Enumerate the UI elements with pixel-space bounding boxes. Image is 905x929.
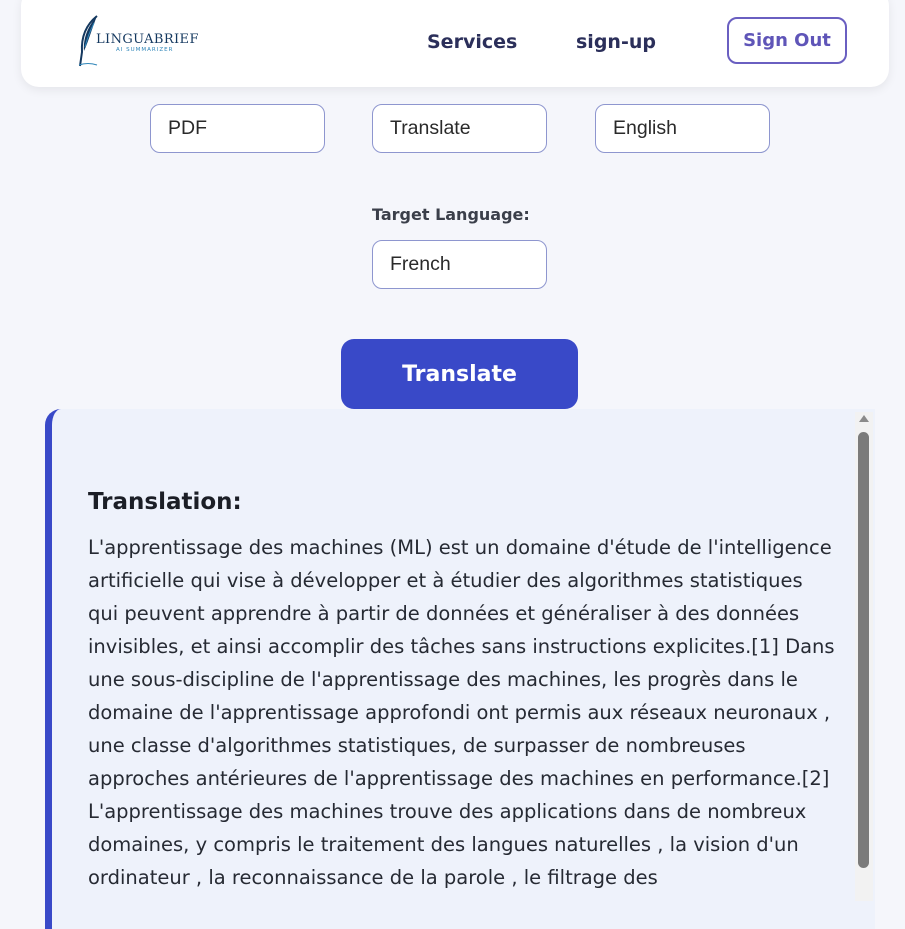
logo-subtitle: AI SUMMARIZER bbox=[116, 47, 174, 53]
translation-result-panel: Translation: L'apprentissage des machine… bbox=[45, 409, 875, 929]
nav-link-services[interactable]: Services bbox=[427, 31, 517, 53]
sign-out-button[interactable]: Sign Out bbox=[727, 17, 847, 64]
translate-button[interactable]: Translate bbox=[341, 339, 578, 409]
scrollbar-thumb[interactable] bbox=[858, 432, 869, 868]
operation-select[interactable]: Translate bbox=[372, 104, 547, 153]
result-title: Translation: bbox=[88, 489, 242, 516]
nav-link-sign-up[interactable]: sign-up bbox=[576, 31, 656, 53]
brand-logo[interactable]: LINGUABRIEF AI SUMMARIZER bbox=[77, 14, 207, 68]
logo-title: LINGUABRIEF bbox=[96, 32, 199, 47]
target-language-select[interactable]: French bbox=[372, 240, 547, 289]
target-language-label: Target Language: bbox=[372, 205, 530, 224]
file-type-select[interactable]: PDF bbox=[150, 104, 325, 153]
scroll-up-arrow-icon[interactable] bbox=[859, 415, 869, 422]
top-navbar: LINGUABRIEF AI SUMMARIZER Services sign-… bbox=[21, 0, 889, 87]
translation-text: L'apprentissage des machines (ML) est un… bbox=[88, 536, 835, 889]
source-language-select[interactable]: English bbox=[595, 104, 770, 153]
result-scrollbar[interactable] bbox=[855, 412, 873, 901]
